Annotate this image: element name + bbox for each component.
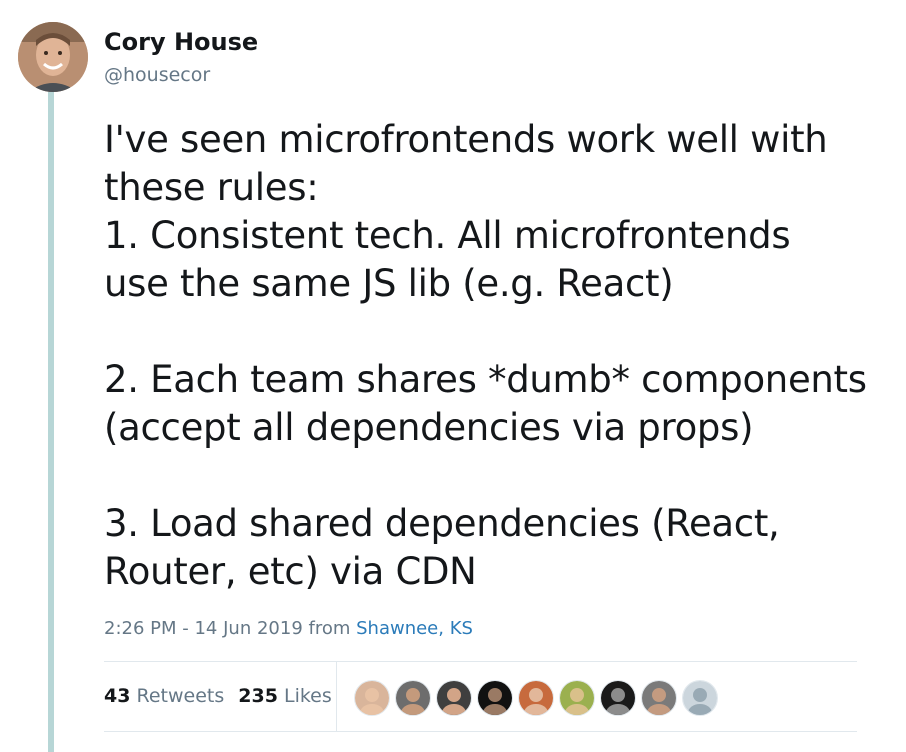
liker-avatar-5[interactable] bbox=[518, 680, 554, 716]
liker-avatar-4[interactable] bbox=[477, 680, 513, 716]
thread-line bbox=[48, 92, 54, 752]
tweet-line: use the same JS lib (e.g. React) bbox=[104, 262, 674, 305]
meta-separator: - bbox=[176, 618, 195, 639]
liker-avatar-7[interactable] bbox=[600, 680, 636, 716]
tweet-line: (accept all dependencies via props) bbox=[104, 406, 754, 449]
liker-avatar-8[interactable] bbox=[641, 680, 677, 716]
author-handle[interactable]: @housecor bbox=[104, 64, 210, 86]
tweet-location-link[interactable]: Shawnee, KS bbox=[356, 618, 473, 639]
person-avatar-icon bbox=[355, 681, 389, 715]
author-name[interactable]: Cory House bbox=[104, 28, 258, 56]
tweet-metadata: 2:26 PM - 14 Jun 2019 from Shawnee, KS bbox=[104, 618, 473, 639]
person-avatar-icon bbox=[437, 681, 471, 715]
liker-avatar-9[interactable] bbox=[682, 680, 718, 716]
likes-label: Likes bbox=[283, 685, 332, 707]
from-label: from bbox=[302, 618, 357, 639]
retweets-stat[interactable]: 43 Retweets bbox=[104, 685, 224, 707]
tweet-date[interactable]: 14 Jun 2019 bbox=[194, 618, 302, 639]
tweet-line: these rules: bbox=[104, 166, 319, 209]
tweet-line: Router, etc) via CDN bbox=[104, 550, 477, 593]
person-avatar-icon bbox=[601, 681, 635, 715]
liker-avatar-1[interactable] bbox=[354, 680, 390, 716]
person-avatar-icon bbox=[642, 681, 676, 715]
person-avatar-icon bbox=[683, 681, 717, 715]
retweets-label: Retweets bbox=[136, 685, 225, 707]
tweet-line: 1. Consistent tech. All microfrontends bbox=[104, 214, 791, 257]
stats-divider-top bbox=[104, 661, 857, 662]
person-avatar-icon bbox=[18, 22, 88, 92]
stats-divider-bottom bbox=[104, 731, 857, 732]
liker-avatar-3[interactable] bbox=[436, 680, 472, 716]
person-avatar-icon bbox=[396, 681, 430, 715]
liker-avatar-6[interactable] bbox=[559, 680, 595, 716]
stats-separator bbox=[336, 662, 337, 731]
tweet-time[interactable]: 2:26 PM bbox=[104, 618, 177, 639]
retweets-count: 43 bbox=[104, 685, 131, 707]
tweet-line: 3. Load shared dependencies (React, bbox=[104, 502, 780, 545]
tweet-line bbox=[104, 308, 894, 356]
tweet-line: I've seen microfrontends work well with bbox=[104, 118, 828, 161]
tweet-text: I've seen microfrontends work well with … bbox=[104, 116, 894, 596]
tweet-line bbox=[104, 452, 894, 500]
person-avatar-icon bbox=[519, 681, 553, 715]
tweet-line: 2. Each team shares *dumb* components bbox=[104, 358, 867, 401]
likes-stat[interactable]: 235 Likes bbox=[238, 685, 332, 707]
liker-avatar-2[interactable] bbox=[395, 680, 431, 716]
author-avatar[interactable] bbox=[18, 22, 88, 92]
likes-count: 235 bbox=[238, 685, 278, 707]
person-avatar-icon bbox=[478, 681, 512, 715]
tweet-stats: 43 Retweets 235 Likes bbox=[104, 685, 332, 707]
person-avatar-icon bbox=[560, 681, 594, 715]
